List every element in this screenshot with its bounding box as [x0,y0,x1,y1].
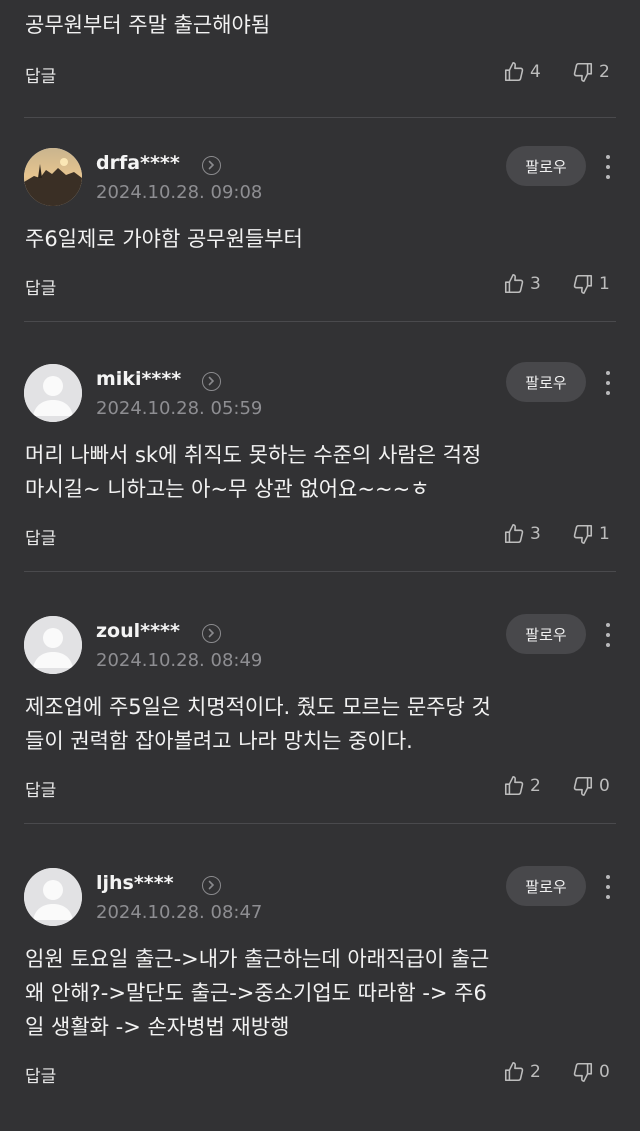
follow-button[interactable]: 팔로우 [506,146,586,186]
thumbs-down-icon [573,524,593,544]
avatar[interactable] [24,364,82,422]
thumbs-up-icon [504,62,524,82]
thumbs-up-icon [504,524,524,544]
avatar[interactable] [24,616,82,674]
like-button[interactable]: 2 [503,1061,541,1083]
more-options-icon[interactable] [603,152,613,180]
comment-text: 머리 나빠서 sk에 취직도 못하는 수준의 사람은 걱정마시길~ 니하고는 아… [25,438,605,506]
dislike-count: 1 [599,524,610,544]
dislike-count: 2 [599,62,610,82]
profile-chevron-button[interactable] [202,156,221,175]
thumbs-up-icon [504,274,524,294]
default-avatar-icon [24,616,82,674]
chevron-right-icon [208,160,215,170]
thumbs-up-icon [504,776,524,796]
dislike-button[interactable]: 0 [572,775,610,797]
comment-date: 2024.10.28. 08:47 [96,902,263,923]
dislike-count: 0 [599,776,610,796]
chevron-right-icon [208,376,215,386]
thumbs-up-icon [504,1062,524,1082]
profile-chevron-button[interactable] [202,624,221,643]
comment-text-line: 임원 토요일 출근->내가 출근하는데 아래직급이 출근 [25,947,490,971]
comment-date: 2024.10.28. 09:08 [96,182,263,203]
like-count: 3 [530,274,541,294]
reply-button[interactable]: 답글 [25,776,56,801]
dislike-button[interactable]: 2 [572,61,610,83]
like-button[interactable]: 4 [503,61,541,83]
comment-text-line: 머리 나빠서 sk에 취직도 못하는 수준의 사람은 걱정 [25,443,482,467]
comment-text: 주6일제로 가야함 공무원들부터 [25,222,605,256]
thumbs-down-icon [573,62,593,82]
profile-photo [24,148,82,206]
more-options-icon[interactable] [603,368,613,396]
profile-chevron-button[interactable] [202,372,221,391]
thumbs-down-icon [573,1062,593,1082]
like-button[interactable]: 3 [503,523,541,545]
comment-text-line: 들이 권력함 잡아볼려고 나라 망치는 중이다. [25,729,413,753]
follow-button[interactable]: 팔로우 [506,362,586,402]
thumbs-down-icon [573,274,593,294]
like-count: 2 [530,776,541,796]
like-count: 2 [530,1062,541,1082]
more-options-icon[interactable] [603,872,613,900]
dislike-count: 0 [599,1062,610,1082]
dislike-button[interactable]: 1 [572,523,610,545]
avatar[interactable] [24,868,82,926]
like-count: 4 [530,62,541,82]
like-button[interactable]: 3 [503,273,541,295]
comment-text-line: 제조업에 주5일은 치명적이다. 줬도 모르는 문주당 것 [25,695,491,719]
comment-text-line: 주6일제로 가야함 공무원들부터 [25,227,303,251]
avatar[interactable] [24,148,82,206]
username[interactable]: miki**** [96,368,181,390]
profile-chevron-button[interactable] [202,876,221,895]
comment-text-line: 마시길~ 니하고는 아~무 상관 없어요~~~ㅎ [25,477,430,501]
comment-text-line: 일 생활화 -> 손자병법 재방행 [25,1015,290,1039]
default-avatar-icon [24,364,82,422]
comment-text: 임원 토요일 출근->내가 출근하는데 아래직급이 출근왜 안해?->말단도 출… [25,942,605,1044]
divider [24,321,616,322]
like-button[interactable]: 2 [503,775,541,797]
follow-button[interactable]: 팔로우 [506,866,586,906]
chevron-right-icon [208,628,215,638]
comment-text: 제조업에 주5일은 치명적이다. 줬도 모르는 문주당 것들이 권력함 잡아볼려… [25,690,605,758]
username[interactable]: zoul**** [96,620,180,642]
username[interactable]: drfa**** [96,152,180,174]
divider [24,117,616,118]
comment-text: 공무원부터 주말 출근해야됨 [25,13,271,37]
comment-date: 2024.10.28. 05:59 [96,398,263,419]
dislike-button[interactable]: 1 [572,273,610,295]
like-count: 3 [530,524,541,544]
follow-button[interactable]: 팔로우 [506,614,586,654]
username[interactable]: ljhs**** [96,872,174,894]
dislike-count: 1 [599,274,610,294]
more-options-icon[interactable] [603,620,613,648]
reply-button[interactable]: 답글 [25,524,56,549]
comment-date: 2024.10.28. 08:49 [96,650,263,671]
divider [24,823,616,824]
comment-text-line: 왜 안해?->말단도 출근->중소기업도 따라함 -> 주6 [25,981,487,1005]
reply-button[interactable]: 답글 [25,1062,56,1087]
default-avatar-icon [24,868,82,926]
reply-button[interactable]: 답글 [25,274,56,299]
thumbs-down-icon [573,776,593,796]
divider [24,571,616,572]
reply-button[interactable]: 답글 [25,62,56,87]
dislike-button[interactable]: 0 [572,1061,610,1083]
chevron-right-icon [208,880,215,890]
